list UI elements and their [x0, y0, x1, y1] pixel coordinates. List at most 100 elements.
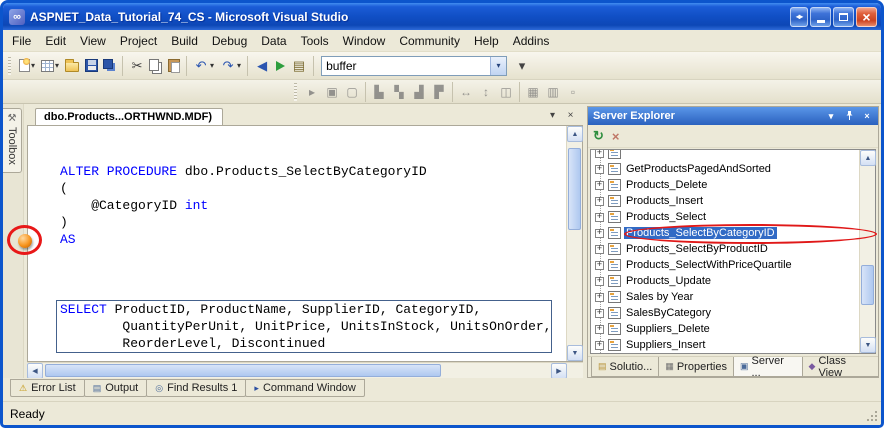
redo-button[interactable]: ↷▾	[218, 56, 243, 76]
panel-close-icon[interactable]: ×	[860, 110, 874, 123]
lock-controls-icon[interactable]: ▫	[564, 83, 582, 101]
make-same-height-icon[interactable]: ↕	[477, 83, 495, 101]
menu-item-build[interactable]: Build	[164, 31, 205, 51]
server-explorer-titlebar[interactable]: Server Explorer ▾ ×	[588, 107, 878, 125]
tree-scroll-track[interactable]	[860, 166, 875, 337]
editor-vertical-scrollbar[interactable]: ▲ ▼	[566, 126, 582, 361]
save-button[interactable]	[83, 57, 100, 74]
expand-icon[interactable]: +	[595, 181, 604, 190]
tree-item-sales-by-year[interactable]: +Sales by Year	[591, 289, 859, 305]
stop-refresh-icon[interactable]: ×	[612, 129, 620, 144]
toolbar-options-button[interactable]: ▾	[512, 56, 532, 76]
expand-icon[interactable]: +	[595, 309, 604, 318]
expand-icon[interactable]: +	[595, 229, 604, 238]
expand-icon[interactable]: +	[595, 277, 604, 286]
scroll-up-icon[interactable]: ▲	[567, 126, 583, 142]
menu-item-debug[interactable]: Debug	[205, 31, 254, 51]
tree-item-products-select[interactable]: +Products_Select	[591, 209, 859, 225]
expand-icon[interactable]: +	[595, 150, 604, 158]
menu-item-addins[interactable]: Addins	[506, 31, 557, 51]
active-files-dropdown-icon[interactable]: ▾	[545, 108, 560, 122]
save-all-button[interactable]	[102, 60, 118, 71]
send-to-back-icon[interactable]: ▢	[343, 83, 361, 101]
close-document-icon[interactable]: ×	[563, 108, 578, 122]
hscroll-track[interactable]	[43, 363, 551, 378]
expand-icon[interactable]: +	[595, 213, 604, 222]
tree-item-products-delete[interactable]: +Products_Delete	[591, 177, 859, 193]
menu-item-file[interactable]: File	[5, 31, 38, 51]
toolbox-tab[interactable]: ⚒ Toolbox	[3, 108, 22, 173]
tree-item[interactable]: +	[591, 150, 859, 161]
scroll-left-icon[interactable]: ◀	[27, 363, 43, 379]
tab-class-view[interactable]: ◆Class View	[802, 357, 879, 377]
tab-error-list[interactable]: ⚠Error List	[10, 379, 85, 397]
vscroll-thumb[interactable]	[568, 148, 581, 230]
menu-item-view[interactable]: View	[73, 31, 113, 51]
vscroll-track[interactable]	[567, 142, 582, 345]
document-tab[interactable]: dbo.Products...ORTHWND.MDF)	[35, 108, 223, 125]
editor-horizontal-scrollbar[interactable]: ◀ ▶	[27, 362, 583, 378]
tab-server-[interactable]: ▣Server ...	[733, 357, 803, 377]
expand-icon[interactable]: +	[595, 293, 604, 302]
maximize-button[interactable]	[833, 7, 854, 27]
tree-item-salesbycategory[interactable]: +SalesByCategory	[591, 305, 859, 321]
undo-button[interactable]: ↶▾	[191, 56, 216, 76]
navigate-backward-button[interactable]: ◀	[252, 56, 272, 76]
snap-to-grid-icon[interactable]: ▥	[544, 83, 562, 101]
expand-icon[interactable]: +	[595, 165, 604, 174]
tree-scroll-down-icon[interactable]: ▼	[860, 337, 876, 353]
menu-item-community[interactable]: Community	[392, 31, 467, 51]
make-same-size-icon[interactable]: ◫	[497, 83, 515, 101]
window-extra-button[interactable]: ◂▸	[790, 7, 808, 27]
tree-item-suppliers-delete[interactable]: +Suppliers_Delete	[591, 321, 859, 337]
new-project-button[interactable]: ▾	[17, 57, 37, 74]
expand-icon[interactable]: +	[595, 325, 604, 334]
tree-scroll-thumb[interactable]	[861, 265, 874, 305]
menu-item-help[interactable]: Help	[467, 31, 506, 51]
tree-scroll-up-icon[interactable]: ▲	[860, 150, 876, 166]
tree-scrollbar[interactable]: ▲ ▼	[859, 150, 875, 353]
menu-item-data[interactable]: Data	[254, 31, 293, 51]
panel-menu-icon[interactable]: ▾	[824, 110, 838, 123]
menu-item-edit[interactable]: Edit	[38, 31, 73, 51]
tree-item-products-insert[interactable]: +Products_Insert	[591, 193, 859, 209]
scroll-right-icon[interactable]: ▶	[551, 363, 567, 379]
start-debug-button[interactable]	[274, 59, 287, 73]
menu-item-project[interactable]: Project	[113, 31, 164, 51]
combobox-dropdown-icon[interactable]: ▾	[490, 57, 506, 75]
bring-to-front-icon[interactable]: ▣	[323, 83, 341, 101]
pin-icon[interactable]	[842, 110, 856, 123]
tree-item-getproductspagedandsorted[interactable]: +GetProductsPagedAndSorted	[591, 161, 859, 177]
minimize-button[interactable]	[810, 7, 831, 27]
close-button[interactable]: ×	[856, 7, 877, 27]
menu-item-tools[interactable]: Tools	[294, 31, 336, 51]
cut-button[interactable]: ✂	[127, 56, 147, 76]
pointer-icon[interactable]: ▸	[303, 83, 321, 101]
align-top-icon[interactable]: ▛	[430, 83, 448, 101]
toolbar-grip-2[interactable]	[294, 83, 297, 101]
tab-properties[interactable]: ▦Properties	[658, 357, 734, 377]
hscroll-thumb[interactable]	[45, 364, 441, 377]
tab-solutio-[interactable]: ▤Solutio...	[591, 357, 659, 377]
paste-button[interactable]	[166, 57, 182, 74]
tab-output[interactable]: ▤Output	[84, 379, 148, 397]
tree-item-products-update[interactable]: +Products_Update	[591, 273, 859, 289]
align-right-icon[interactable]: ▟	[410, 83, 428, 101]
toolbar-grip[interactable]	[8, 57, 11, 75]
tree-item-suppliers-insert[interactable]: +Suppliers_Insert	[591, 337, 859, 353]
align-center-icon[interactable]: ▚	[390, 83, 408, 101]
code-editor[interactable]: ALTER PROCEDURE dbo.Products_SelectByCat…	[28, 126, 566, 361]
tab-find-results-1[interactable]: ◎Find Results 1	[146, 379, 246, 397]
add-new-item-button[interactable]: ▾	[39, 58, 61, 74]
align-left-icon[interactable]: ▙	[370, 83, 388, 101]
title-bar[interactable]: ∞ ASPNET_Data_Tutorial_74_CS - Microsoft…	[3, 3, 881, 30]
copy-button[interactable]	[149, 59, 164, 73]
make-same-width-icon[interactable]: ↔	[457, 83, 475, 101]
show-grid-icon[interactable]: ▦	[524, 83, 542, 101]
expand-icon[interactable]: +	[595, 261, 604, 270]
tree-item-products-selectbycategoryid[interactable]: +Products_SelectByCategoryID	[591, 225, 859, 241]
expand-icon[interactable]: +	[595, 245, 604, 254]
resize-grip-icon[interactable]	[875, 419, 877, 421]
tree-item-products-selectwithpricequartile[interactable]: +Products_SelectWithPriceQuartile	[591, 257, 859, 273]
solution-explorer-button[interactable]: ▤	[289, 56, 309, 76]
